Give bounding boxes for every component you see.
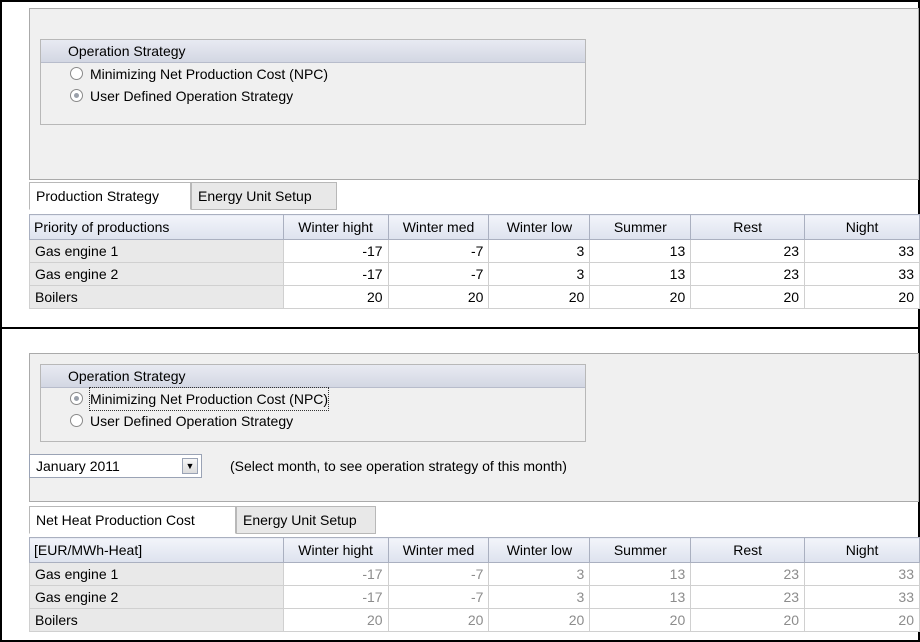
column-header[interactable]: [EUR/MWh-Heat] (29, 537, 284, 563)
table-cell: 20 (387, 608, 490, 632)
table-cell: 3 (488, 585, 591, 609)
table-cell[interactable]: 33 (804, 239, 920, 263)
table-cell: 20 (282, 608, 389, 632)
radio-npc-label: Minimizing Net Production Cost (NPC) (88, 387, 330, 411)
table-cell[interactable]: 20 (282, 285, 389, 309)
radio-user-defined[interactable]: User Defined Operation Strategy (41, 410, 585, 432)
tab-energy-unit-setup[interactable]: Energy Unit Setup (236, 506, 376, 534)
tab-production-strategy[interactable]: Production Strategy (29, 182, 191, 210)
radio-npc-label: Minimizing Net Production Cost (NPC) (90, 66, 329, 82)
net-heat-cost-table: [EUR/MWh-Heat] Winter hight Winter med W… (29, 537, 920, 632)
table-row: Boilers 20 20 20 20 20 20 (29, 608, 920, 632)
table-cell[interactable]: 20 (804, 285, 920, 309)
table-header-row: Priority of productions Winter hight Win… (29, 214, 920, 240)
tab-net-heat-production-cost[interactable]: Net Heat Production Cost (29, 506, 236, 534)
table-cell[interactable]: 23 (690, 262, 806, 286)
table-cell[interactable]: 33 (804, 262, 920, 286)
column-header[interactable]: Winter hight (282, 537, 389, 563)
table-row: Gas engine 1 -17 -7 3 13 23 33 (29, 239, 920, 263)
table-cell[interactable]: -17 (282, 262, 389, 286)
table-cell: -17 (282, 562, 389, 586)
column-header[interactable]: Night (804, 214, 920, 240)
column-header[interactable]: Priority of productions (29, 214, 284, 240)
radio-user-defined[interactable]: User Defined Operation Strategy (41, 85, 585, 107)
table-header-row: [EUR/MWh-Heat] Winter hight Winter med W… (29, 537, 920, 563)
radio-user-defined-label: User Defined Operation Strategy (90, 88, 294, 104)
row-label: Gas engine 2 (29, 585, 284, 609)
month-hint-text: (Select month, to see operation strategy… (230, 458, 567, 474)
table-cell: 20 (804, 608, 920, 632)
operation-strategy-group: Operation Strategy Minimizing Net Produc… (40, 39, 586, 125)
column-header[interactable]: Winter med (387, 537, 490, 563)
row-label: Boilers (29, 608, 284, 632)
row-label: Gas engine 1 (29, 239, 284, 263)
table-cell[interactable]: 20 (488, 285, 591, 309)
table-row: Gas engine 2 -17 -7 3 13 23 33 (29, 585, 920, 609)
column-header[interactable]: Winter low (488, 214, 591, 240)
column-header[interactable]: Winter low (488, 537, 591, 563)
radio-user-defined-label: User Defined Operation Strategy (90, 413, 294, 429)
tab-energy-unit-setup[interactable]: Energy Unit Setup (191, 182, 337, 210)
month-select-value: January 2011 (36, 458, 120, 474)
table-cell: 23 (690, 562, 806, 586)
table-cell: -7 (387, 585, 490, 609)
table-cell[interactable]: -7 (387, 262, 490, 286)
table-row: Boilers 20 20 20 20 20 20 (29, 285, 920, 309)
table-cell: 13 (589, 585, 692, 609)
table-row: Gas engine 1 -17 -7 3 13 23 33 (29, 562, 920, 586)
production-priority-table: Priority of productions Winter hight Win… (29, 214, 920, 309)
chevron-down-icon[interactable]: ▼ (182, 458, 198, 474)
row-label: Boilers (29, 285, 284, 309)
table-cell: 3 (488, 562, 591, 586)
table-cell: 13 (589, 562, 692, 586)
table-cell[interactable]: 20 (690, 285, 806, 309)
radio-npc-circle[interactable] (70, 67, 83, 80)
table-cell: 20 (589, 608, 692, 632)
table-cell: -17 (282, 585, 389, 609)
operation-strategy-group: Operation Strategy Minimizing Net Produc… (40, 364, 586, 442)
bottom-screenshot-frame: Operation Strategy Minimizing Net Produc… (0, 327, 920, 642)
table-cell: 33 (804, 562, 920, 586)
table-row: Gas engine 2 -17 -7 3 13 23 33 (29, 262, 920, 286)
radio-user-defined-circle[interactable] (70, 89, 83, 102)
group-title: Operation Strategy (41, 40, 585, 63)
table-cell: 23 (690, 585, 806, 609)
row-label: Gas engine 1 (29, 562, 284, 586)
table-cell[interactable]: 13 (589, 262, 692, 286)
month-select[interactable]: January 2011 ▼ (29, 454, 202, 478)
radio-npc[interactable]: Minimizing Net Production Cost (NPC) (41, 387, 585, 411)
table-cell: 20 (690, 608, 806, 632)
table-cell[interactable]: 3 (488, 262, 591, 286)
column-header[interactable]: Winter hight (282, 214, 389, 240)
column-header[interactable]: Night (804, 537, 920, 563)
column-header[interactable]: Rest (690, 214, 806, 240)
table-cell[interactable]: -7 (387, 239, 490, 263)
table-cell[interactable]: -17 (282, 239, 389, 263)
radio-npc[interactable]: Minimizing Net Production Cost (NPC) (41, 63, 585, 85)
table-cell[interactable]: 3 (488, 239, 591, 263)
table-cell: 20 (488, 608, 591, 632)
radio-user-defined-circle[interactable] (70, 414, 83, 427)
table-cell: 33 (804, 585, 920, 609)
table-cell[interactable]: 20 (589, 285, 692, 309)
table-cell[interactable]: 20 (387, 285, 490, 309)
table-cell[interactable]: 13 (589, 239, 692, 263)
group-title: Operation Strategy (41, 365, 585, 388)
column-header[interactable]: Rest (690, 537, 806, 563)
table-cell: -7 (387, 562, 490, 586)
column-header[interactable]: Summer (589, 214, 692, 240)
top-screenshot-frame: Operation Strategy Minimizing Net Produc… (0, 0, 920, 328)
table-cell[interactable]: 23 (690, 239, 806, 263)
column-header[interactable]: Winter med (387, 214, 490, 240)
row-label: Gas engine 2 (29, 262, 284, 286)
column-header[interactable]: Summer (589, 537, 692, 563)
radio-npc-circle[interactable] (70, 392, 83, 405)
